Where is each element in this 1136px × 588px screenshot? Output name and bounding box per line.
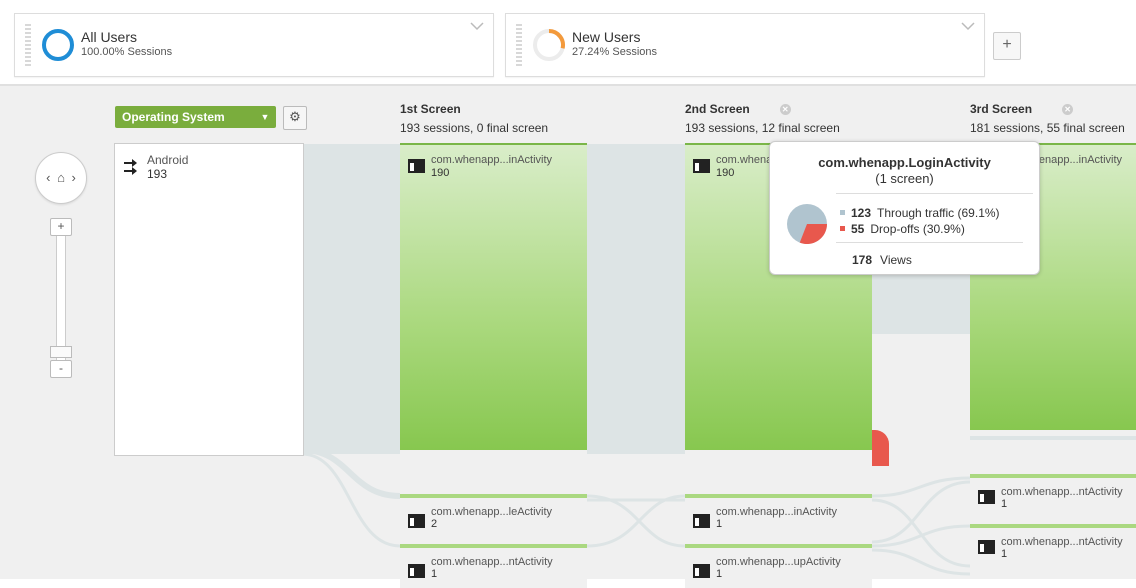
views-count: 178	[852, 253, 873, 267]
column-header-1: 1st Screen 193 sessions, 0 final screen	[400, 102, 548, 135]
screen-icon	[693, 159, 710, 173]
node-count: 1	[716, 518, 723, 530]
column-title: 3rd Screen ✕	[970, 102, 1136, 116]
node-tooltip: com.whenapp.LoginActivity (1 screen) 123…	[769, 141, 1040, 275]
dropoff-label: Drop-offs (30.9%)	[870, 222, 965, 236]
screen-icon	[978, 490, 995, 504]
node-name: com.whenapp...upActivity	[716, 556, 841, 568]
flow-link	[871, 476, 971, 498]
tooltip-divider	[836, 242, 1023, 243]
column-summary: 193 sessions, 12 final screen	[685, 121, 840, 135]
node-name: com.whenapp...leActivity	[431, 506, 553, 518]
segment-subtitle: 27.24% Sessions	[572, 46, 657, 58]
screen-node-col2-small[interactable]: com.whenapp...inActivity 1	[685, 494, 872, 538]
node-name: com.whenapp...ntActivity	[1001, 486, 1123, 498]
node-count: 190	[716, 167, 735, 179]
screen-node-col1-small[interactable]: com.whenapp...leActivity 2	[400, 494, 587, 538]
zoom-home-button[interactable]: ‹ ⌂ ›	[35, 152, 87, 204]
screen-icon	[408, 159, 425, 173]
flow-band-source-col1	[302, 144, 400, 454]
screen-icon	[408, 514, 425, 528]
zoom-slider-handle[interactable]	[50, 346, 72, 358]
home-icon: ⌂	[57, 170, 65, 185]
screen-node-col2-small[interactable]: com.whenapp...upActivity 1	[685, 544, 872, 588]
segment-new-users[interactable]: New Users 27.24% Sessions	[505, 13, 985, 77]
node-name: com.whenapp...ntActivity	[431, 556, 553, 568]
through-traffic-row: 123 Through traffic (69.1%)	[840, 206, 1000, 220]
column-summary: 193 sessions, 0 final screen	[400, 121, 549, 135]
segment-name: New Users	[572, 29, 641, 45]
column-title: 2nd Screen ✕	[685, 102, 840, 116]
screen-node-col3-small[interactable]: com.whenapp...ntActivity 1	[970, 524, 1136, 568]
flow-link	[586, 494, 686, 548]
dimension-select[interactable]: Operating System ▼	[115, 106, 276, 128]
dimension-select-label: Operating System	[122, 110, 225, 124]
drag-handle-icon[interactable]	[516, 24, 522, 66]
segment-ring-icon	[42, 29, 74, 61]
node-name: com.whenapp...inActivity	[716, 506, 838, 518]
node-count: 2	[431, 518, 438, 530]
dropoff-row: 55 Drop-offs (30.9%)	[840, 222, 965, 236]
add-segment-button[interactable]: +	[993, 32, 1021, 60]
through-swatch	[840, 210, 845, 215]
traffic-pie-chart	[787, 204, 827, 244]
column-title: 1st Screen	[400, 102, 461, 116]
node-count: 1	[431, 568, 438, 580]
node-name: com.whenapp...inActivity	[431, 154, 553, 166]
gear-icon[interactable]: ⚙	[283, 106, 307, 130]
screen-icon	[693, 564, 710, 578]
screen-icon	[978, 540, 995, 554]
dropoff-swatch	[840, 226, 845, 231]
column-header-3: 3rd Screen ✕ 181 sessions, 55 final scree…	[970, 102, 1136, 135]
source-count: 193	[147, 167, 168, 181]
source-label: Android	[147, 153, 189, 167]
screen-node-col3-small[interactable]: com.whenapp...ntActivity 1	[970, 474, 1136, 518]
chevron-left-icon: ‹	[46, 170, 51, 185]
tooltip-subtitle: (1 screen)	[875, 171, 934, 186]
views-row: 178 Views	[852, 253, 912, 267]
flow-link	[586, 494, 686, 548]
through-label: Through traffic (69.1%)	[877, 206, 1000, 220]
tooltip-divider	[836, 193, 1033, 194]
screen-icon	[693, 514, 710, 528]
column-header-2: 2nd Screen ✕ 193 sessions, 12 final scree…	[685, 102, 840, 135]
chevron-right-icon: ›	[71, 170, 76, 185]
segment-name: All Users	[81, 29, 138, 45]
close-icon[interactable]: ✕	[1062, 104, 1074, 115]
node-count: 190	[431, 167, 450, 179]
source-node-android[interactable]: Android 193	[114, 143, 304, 456]
chevron-down-icon[interactable]	[469, 18, 485, 34]
arrow-in-icon	[123, 156, 141, 179]
dropoff-count: 55	[851, 222, 865, 236]
drag-handle-icon[interactable]	[25, 24, 31, 66]
flow-link	[301, 452, 401, 548]
node-count: 1	[1001, 548, 1008, 560]
node-name: com.whenapp...ntActivity	[1001, 536, 1123, 548]
zoom-out-button[interactable]: -	[50, 360, 72, 378]
screen-node-col1-small[interactable]: com.whenapp...ntActivity 1	[400, 544, 587, 588]
flow-band-col3	[970, 436, 1136, 440]
chevron-down-icon[interactable]	[960, 18, 976, 34]
views-label: Views	[880, 253, 912, 267]
zoom-slider-track[interactable]	[56, 232, 66, 362]
tooltip-title: com.whenapp.LoginActivity	[818, 155, 991, 170]
close-icon[interactable]: ✕	[779, 104, 791, 115]
segment-bar: All Users 100.00% Sessions New Users 27.…	[0, 0, 1136, 84]
flow-band-col1-col2	[587, 144, 685, 454]
screen-icon	[408, 564, 425, 578]
node-count: 1	[1001, 498, 1008, 510]
node-count: 1	[716, 568, 723, 580]
flow-link	[871, 548, 971, 576]
caret-down-icon: ▼	[260, 112, 270, 122]
segment-all-users[interactable]: All Users 100.00% Sessions	[14, 13, 494, 77]
dropoff-indicator[interactable]	[872, 430, 889, 466]
column-summary: 181 sessions, 55 final screen	[970, 121, 1125, 135]
through-count: 123	[851, 206, 872, 220]
zoom-in-button[interactable]: +	[50, 218, 72, 236]
segment-subtitle: 100.00% Sessions	[81, 46, 173, 58]
screen-node-col1-main[interactable]: com.whenapp...inActivity 190	[400, 143, 587, 450]
segment-ring-icon	[533, 29, 565, 61]
